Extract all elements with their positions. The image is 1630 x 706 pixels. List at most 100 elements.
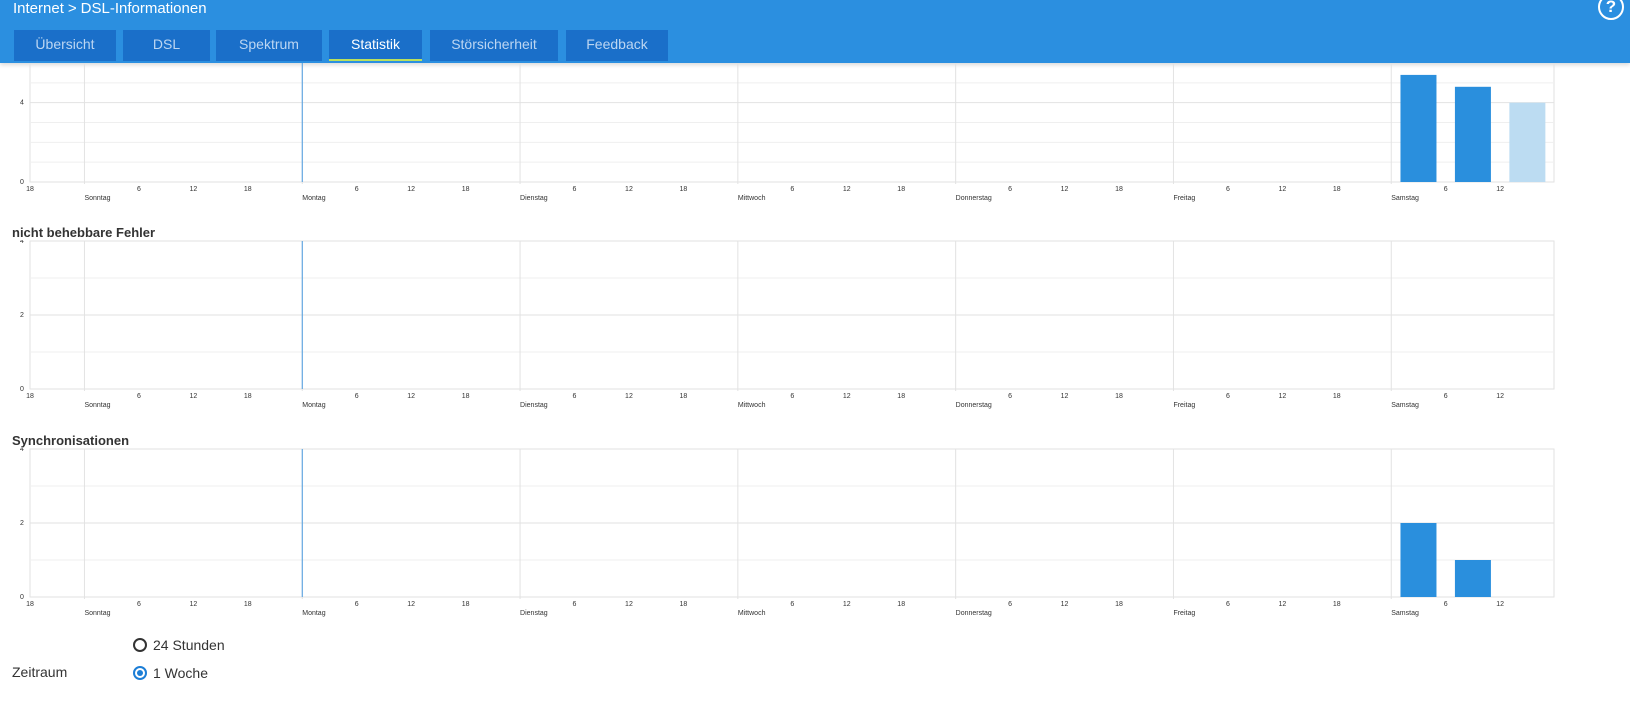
x-hour-label: 12 bbox=[1496, 186, 1504, 193]
x-hour-label: 12 bbox=[1278, 601, 1286, 608]
x-day-label: Donnerstag bbox=[956, 195, 992, 202]
x-hour-label: 12 bbox=[407, 601, 415, 608]
x-day-label: Sonntag bbox=[84, 610, 110, 617]
radio-1-woche[interactable] bbox=[133, 666, 147, 680]
x-hour-label: 18 bbox=[1333, 393, 1341, 400]
x-day-label: Mittwoch bbox=[738, 195, 766, 202]
x-hour-label: 18 bbox=[897, 601, 905, 608]
chart-synchronisationen: 0 2 4 18 Sonntag 6 12 18 Montag 6 12 18 Dienstag 6 12 1… bbox=[20, 448, 1555, 617]
bar bbox=[1400, 74, 1437, 182]
bar bbox=[1509, 102, 1546, 182]
x-hour-label: 12 bbox=[843, 393, 851, 400]
x-hour-label: 6 bbox=[1226, 393, 1230, 400]
bar bbox=[1454, 86, 1491, 182]
x-day-label: Freitag bbox=[1173, 402, 1195, 409]
x-hour-label: 18 bbox=[680, 393, 688, 400]
x-hour-label: 6 bbox=[1444, 186, 1448, 193]
tab-feedback[interactable]: Feedback bbox=[566, 30, 668, 61]
chart-title-nicht-behebbare-fehler: nicht behebbare Fehler bbox=[12, 225, 156, 240]
zeitraum-label: Zeitraum bbox=[12, 664, 68, 680]
x-day-label: Freitag bbox=[1173, 195, 1195, 202]
radio-label-24-stunden[interactable]: 24 Stunden bbox=[153, 637, 225, 653]
chart-title-synchronisationen: Synchronisationen bbox=[12, 433, 130, 448]
y-tick-label: 2 bbox=[20, 520, 24, 527]
x-day-label: Mittwoch bbox=[738, 402, 766, 409]
x-hour-label: 18 bbox=[680, 186, 688, 193]
x-hour-label: 6 bbox=[137, 186, 141, 193]
bar bbox=[1454, 560, 1491, 597]
radio-label-1-woche[interactable]: 1 Woche bbox=[153, 665, 208, 681]
x-hour-label: 18 bbox=[244, 393, 252, 400]
x-hour-label: 6 bbox=[790, 601, 794, 608]
x-hour-label: 12 bbox=[1278, 393, 1286, 400]
x-hour-label: 6 bbox=[1444, 393, 1448, 400]
y-tick-label: 2 bbox=[20, 312, 24, 319]
x-hour-label: 18 bbox=[462, 393, 470, 400]
y-tick-label: 0 bbox=[20, 179, 24, 186]
x-hour-label: 18 bbox=[897, 186, 905, 193]
x-day-label: Donnerstag bbox=[956, 610, 992, 617]
x-hour-label: 12 bbox=[189, 601, 197, 608]
x-hour-label: 6 bbox=[1444, 601, 1448, 608]
x-hour-label: 12 bbox=[625, 393, 633, 400]
x-hour-label: 12 bbox=[189, 186, 197, 193]
x-hour-label: 12 bbox=[625, 186, 633, 193]
x-hour-label: 6 bbox=[790, 393, 794, 400]
x-hour-label: 18 bbox=[244, 186, 252, 193]
breadcrumb-internet[interactable]: Internet bbox=[13, 0, 64, 17]
x-hour-label: 6 bbox=[1008, 186, 1012, 193]
x-hour-label: 12 bbox=[1496, 393, 1504, 400]
x-hour-label: 18 bbox=[1333, 186, 1341, 193]
help-icon[interactable]: ? bbox=[1598, 0, 1624, 20]
x-hour-label: 18 bbox=[1115, 186, 1123, 193]
x-hour-label: 6 bbox=[573, 601, 577, 608]
x-hour-label: 12 bbox=[843, 186, 851, 193]
x-hour-label: 6 bbox=[1008, 393, 1012, 400]
chart-nicht-behebbare-fehler: 0 2 4 18 Sonntag 6 12 18 Montag 6 12 18 Dienstag 6 12 1… bbox=[20, 240, 1555, 409]
y-tick-label: 0 bbox=[20, 594, 24, 601]
x-day-label: Donnerstag bbox=[956, 402, 992, 409]
radio-24-stunden[interactable] bbox=[133, 638, 147, 652]
x-hour-label: 6 bbox=[137, 601, 141, 608]
tab-dsl[interactable]: DSL bbox=[123, 30, 210, 61]
page-header: Internet > DSL-Informationen ? Übersicht D… bbox=[0, 0, 1630, 63]
x-hour-label: 6 bbox=[1226, 601, 1230, 608]
x-hour-label: 6 bbox=[355, 186, 359, 193]
x-day-label: Samstag bbox=[1391, 195, 1419, 202]
x-hour-label: 6 bbox=[1226, 186, 1230, 193]
x-day-label: Dienstag bbox=[520, 195, 548, 202]
tab-stoersicherheit[interactable]: Störsicherheit bbox=[430, 30, 558, 61]
x-day-label: Montag bbox=[302, 610, 325, 617]
x-hour-label: 12 bbox=[625, 601, 633, 608]
x-hour-label: 6 bbox=[790, 186, 794, 193]
breadcrumb: Internet > DSL-Informationen bbox=[13, 0, 207, 20]
x-hour-label: 18 bbox=[26, 393, 34, 400]
tab-statistik[interactable]: Statistik bbox=[329, 30, 422, 61]
x-day-label: Dienstag bbox=[520, 402, 548, 409]
x-day-label: Samstag bbox=[1391, 402, 1419, 409]
x-day-label: Mittwoch bbox=[738, 610, 766, 617]
x-hour-label: 12 bbox=[189, 393, 197, 400]
x-hour-label: 18 bbox=[462, 601, 470, 608]
y-tick-label: 0 bbox=[20, 386, 24, 393]
x-day-label: Sonntag bbox=[84, 195, 110, 202]
x-hour-label: 6 bbox=[355, 601, 359, 608]
tab-uebersicht[interactable]: Übersicht bbox=[14, 30, 116, 61]
x-hour-label: 18 bbox=[1115, 601, 1123, 608]
breadcrumb-separator: > bbox=[67, 0, 77, 17]
x-hour-label: 12 bbox=[407, 186, 415, 193]
x-day-label: Montag bbox=[302, 402, 325, 409]
x-day-label: Samstag bbox=[1391, 610, 1419, 617]
y-tick-label: 4 bbox=[20, 100, 24, 107]
tab-spektrum[interactable]: Spektrum bbox=[216, 30, 322, 61]
x-hour-label: 18 bbox=[1115, 393, 1123, 400]
x-day-label: Freitag bbox=[1173, 610, 1195, 617]
y-tick-label: 4 bbox=[20, 448, 24, 453]
x-hour-label: 18 bbox=[26, 186, 34, 193]
x-hour-label: 6 bbox=[573, 186, 577, 193]
x-hour-label: 6 bbox=[137, 393, 141, 400]
x-hour-label: 12 bbox=[1061, 601, 1069, 608]
x-hour-label: 12 bbox=[843, 601, 851, 608]
y-tick-label: 4 bbox=[20, 240, 24, 245]
x-hour-label: 12 bbox=[1061, 186, 1069, 193]
